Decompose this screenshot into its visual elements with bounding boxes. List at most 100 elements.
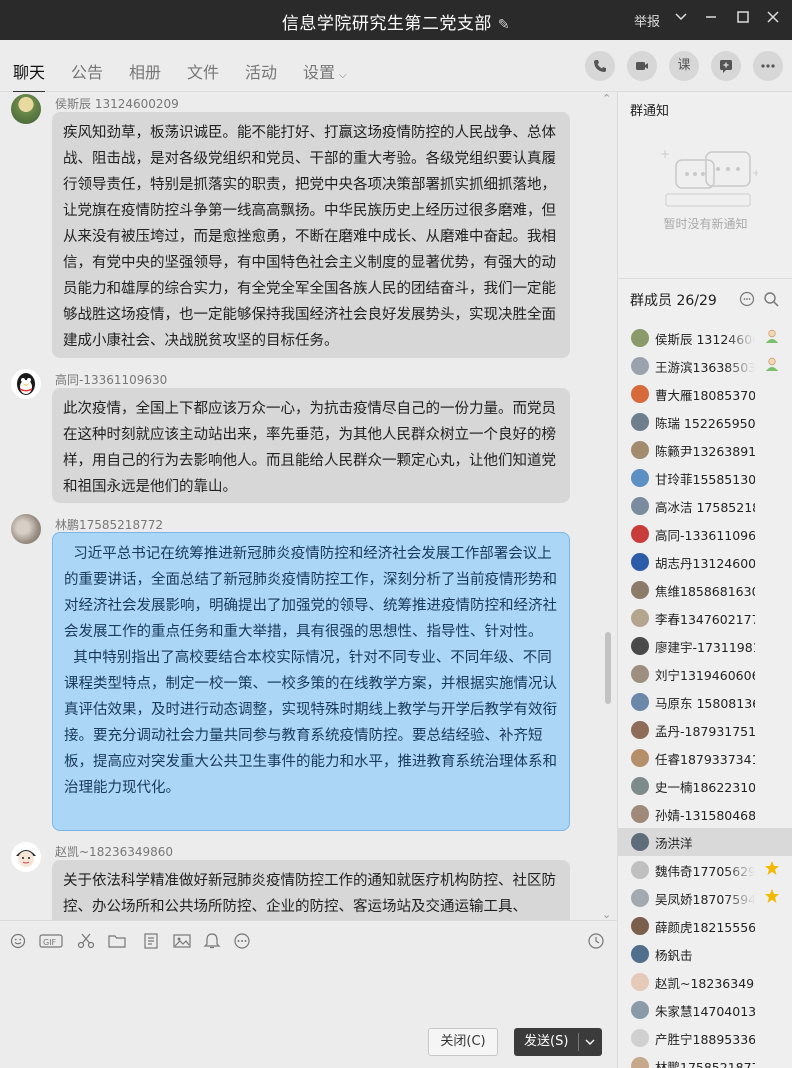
member-item[interactable]: 马原东 15808136829 — [618, 688, 792, 716]
avatar[interactable] — [631, 525, 649, 543]
emoji-icon[interactable] — [10, 933, 26, 951]
avatar[interactable] — [631, 609, 649, 627]
sender-name: 侯斯辰 13124600209 — [55, 97, 179, 111]
avatar[interactable] — [631, 945, 649, 963]
member-item[interactable]: 王游滨13638503917 — [618, 352, 792, 380]
avatar[interactable] — [631, 637, 649, 655]
member-item[interactable]: 杨釩击 — [618, 940, 792, 968]
report-button[interactable]: 举报 — [634, 11, 660, 30]
member-name: 陈瑞 15226595028 — [655, 416, 755, 431]
bell-icon[interactable] — [203, 933, 221, 951]
member-item[interactable]: 廖建宇-17311981189 — [618, 632, 792, 660]
tab-announcement[interactable]: 公告 — [71, 59, 103, 83]
collapse-up-icon[interactable]: ⌃ — [602, 92, 611, 105]
close-window-icon[interactable] — [762, 8, 784, 30]
avatar[interactable] — [631, 1057, 649, 1068]
avatar[interactable] — [631, 441, 649, 459]
member-item[interactable]: 朱家慧14704013813 — [618, 996, 792, 1024]
avatar[interactable] — [631, 777, 649, 795]
message-input-area[interactable]: GIF 关闭(C) 发送(S) — [0, 920, 617, 1068]
send-button[interactable]: 发送(S) — [514, 1028, 602, 1056]
avatar[interactable] — [631, 329, 649, 347]
member-item[interactable]: 陈瑞 15226595028 — [618, 408, 792, 436]
member-item[interactable]: 孙婧-13158046841 — [618, 800, 792, 828]
avatar[interactable] — [631, 1029, 649, 1047]
member-item[interactable]: 侯斯辰 13124600209 — [618, 324, 792, 352]
chat-scrollbar[interactable] — [605, 632, 611, 704]
avatar[interactable] — [631, 721, 649, 739]
member-item[interactable]: 焦维18586816303 — [618, 576, 792, 604]
member-item[interactable]: 高冰洁 17585218649 — [618, 492, 792, 520]
avatar[interactable] — [631, 693, 649, 711]
avatar[interactable] — [631, 357, 649, 375]
member-item[interactable]: 刘宁13194606060 — [618, 660, 792, 688]
member-list[interactable]: 侯斯辰 13124600209 王游滨13638503917 曹大雁18085370… — [618, 324, 792, 1068]
member-item[interactable]: 陈籁尹13263891631 — [618, 436, 792, 464]
folder-icon[interactable] — [108, 933, 126, 951]
avatar[interactable] — [631, 917, 649, 935]
maximize-icon[interactable] — [732, 8, 754, 30]
member-item[interactable]: 林鹏17585218772 — [618, 1052, 792, 1068]
member-item[interactable]: 孟丹-18793175198 — [618, 716, 792, 744]
member-item[interactable]: 魏伟奇17705629412 — [618, 856, 792, 884]
tab-album[interactable]: 相册 — [129, 59, 161, 83]
add-app-button[interactable] — [711, 51, 741, 81]
history-clock-icon[interactable] — [587, 933, 605, 951]
image-icon[interactable] — [173, 933, 191, 951]
member-name: 赵凯~18236349860 — [655, 976, 755, 991]
screenshot-icon[interactable] — [142, 933, 160, 951]
member-item[interactable]: 史一楠18622310277 — [618, 772, 792, 800]
avatar[interactable] — [631, 385, 649, 403]
avatar[interactable] — [631, 553, 649, 571]
avatar[interactable] — [631, 833, 649, 851]
gif-icon[interactable]: GIF — [39, 933, 63, 951]
avatar[interactable] — [11, 842, 41, 872]
search-icon[interactable] — [763, 291, 779, 311]
avatar[interactable] — [631, 1001, 649, 1019]
member-item[interactable]: 胡志丹13124600535 — [618, 548, 792, 576]
member-item[interactable]: 汤洪洋 — [618, 828, 792, 856]
phone-call-button[interactable] — [585, 51, 615, 81]
tab-activity[interactable]: 活动 — [245, 59, 277, 83]
avatar[interactable] — [631, 413, 649, 431]
avatar[interactable] — [11, 369, 41, 399]
group-title: 信息学院研究生第二党支部 — [281, 14, 492, 34]
member-item[interactable]: 甘玲菲15585130390 — [618, 464, 792, 492]
member-item[interactable]: 任睿18793373414 — [618, 744, 792, 772]
avatar[interactable] — [631, 469, 649, 487]
avatar[interactable] — [631, 889, 649, 907]
avatar[interactable] — [631, 805, 649, 823]
member-item[interactable]: 薛颜虎18215556902 — [618, 912, 792, 940]
avatar[interactable] — [631, 749, 649, 767]
close-button[interactable]: 关闭(C) — [428, 1028, 498, 1056]
video-call-button[interactable] — [627, 51, 657, 81]
avatar[interactable] — [11, 514, 41, 544]
avatar[interactable] — [631, 973, 649, 991]
member-item[interactable]: 产胜宁18895336055 — [618, 1024, 792, 1052]
minimize-icon[interactable] — [700, 8, 722, 30]
more-tools-icon[interactable] — [233, 933, 251, 951]
more-options-button[interactable] — [753, 51, 783, 81]
avatar[interactable] — [631, 497, 649, 515]
chevron-down-icon[interactable] — [670, 8, 692, 30]
tab-chat[interactable]: 聊天 — [13, 59, 46, 94]
scissors-icon[interactable] — [77, 933, 95, 951]
avatar[interactable] — [11, 94, 41, 124]
send-options-chevron-icon[interactable] — [584, 1028, 596, 1059]
message-bubble: 此次疫情，全国上下都应该万众一心，为抗击疫情尽自己的一份力量。而党员在这种时刻就… — [52, 388, 570, 503]
chat-message-area[interactable]: ⌃ 侯斯辰 13124600209 疾风知劲草，板荡识诚臣。能不能打好、打赢这场… — [0, 92, 617, 920]
group-chat-icon[interactable] — [739, 291, 755, 311]
avatar[interactable] — [631, 581, 649, 599]
avatar[interactable] — [631, 665, 649, 683]
member-item[interactable]: 曹大雁18085370116 — [618, 380, 792, 408]
tab-files[interactable]: 文件 — [187, 59, 219, 83]
avatar[interactable] — [631, 861, 649, 879]
member-item[interactable]: 赵凯~18236349860 — [618, 968, 792, 996]
tab-settings[interactable]: 设置 ⌵ — [303, 59, 347, 83]
course-button[interactable]: 课 — [669, 51, 699, 81]
member-item[interactable]: 吴凤娇18707594591 — [618, 884, 792, 912]
collapse-down-icon[interactable]: ⌄ — [602, 908, 611, 920]
member-item[interactable]: 李春13476021775 — [618, 604, 792, 632]
member-item[interactable]: 高同-13361109630 — [618, 520, 792, 548]
edit-title-icon[interactable]: ✎ — [498, 17, 510, 33]
